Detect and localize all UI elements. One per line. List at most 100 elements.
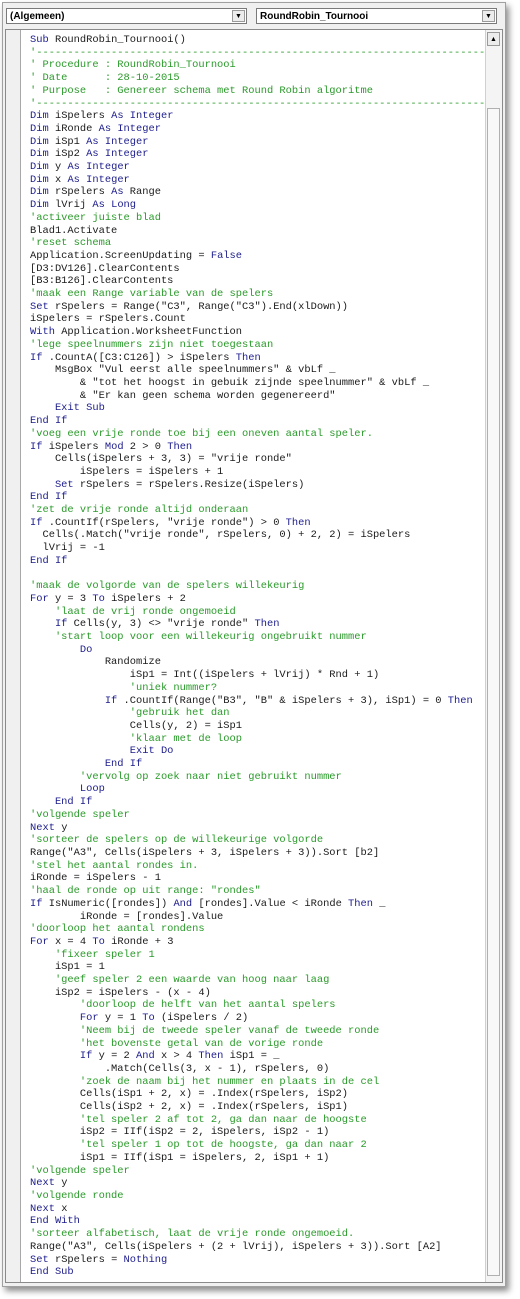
code-line[interactable]: Dim lVrij As Long: [30, 199, 484, 212]
code-line[interactable]: For x = 4 To iRonde + 3: [30, 936, 484, 949]
code-line[interactable]: 'haal de ronde op uit range: "rondes": [30, 885, 484, 898]
code-line[interactable]: Cells(iSp2 + 2, x) = .Index(rSpelers, iS…: [30, 1101, 484, 1114]
code-line[interactable]: End Sub: [30, 1266, 484, 1279]
dropdown-arrow-icon[interactable]: ▼: [482, 10, 495, 22]
vertical-scrollbar[interactable]: ▲: [485, 30, 502, 1282]
procedure-dropdown[interactable]: RoundRobin_Tournooi ▼: [256, 8, 497, 24]
code-line[interactable]: If y = 2 And x > 4 Then iSp1 = _: [30, 1050, 484, 1063]
code-line[interactable]: ' Procedure : RoundRobin_Tournooi: [30, 59, 484, 72]
code-line[interactable]: 'activeer juiste blad: [30, 212, 484, 225]
code-line[interactable]: 'zet de vrije ronde altijd onderaan: [30, 504, 484, 517]
code-line[interactable]: iSpelers = rSpelers.Count: [30, 313, 484, 326]
code-line[interactable]: If .CountIf(rSpelers, "vrije ronde") > 0…: [30, 517, 484, 530]
code-line[interactable]: If iSpelers Mod 2 > 0 Then: [30, 441, 484, 454]
code-line[interactable]: End If: [30, 796, 484, 809]
code-line[interactable]: [30, 568, 484, 581]
code-line[interactable]: iRonde = iSpelers - 1: [30, 872, 484, 885]
code-line[interactable]: End If: [30, 415, 484, 428]
code-line[interactable]: 'volgende ronde: [30, 1190, 484, 1203]
code-line[interactable]: 'volgende speler: [30, 809, 484, 822]
code-line[interactable]: If .CountIf(Range("B3", "B" & iSpelers +…: [30, 695, 484, 708]
code-line[interactable]: 'vervolg op zoek naar niet gebruikt numm…: [30, 771, 484, 784]
code-line[interactable]: 'volgende speler: [30, 1165, 484, 1178]
code-line[interactable]: Cells(iSpelers + 3, 3) = "vrije ronde": [30, 453, 484, 466]
code-line[interactable]: Exit Sub: [30, 402, 484, 415]
code-line[interactable]: Cells(y, 2) = iSp1: [30, 720, 484, 733]
code-editor[interactable]: Sub RoundRobin_Tournooi() '--------------…: [5, 29, 503, 1283]
code-line[interactable]: 'reset schema: [30, 237, 484, 250]
code-line[interactable]: If .CountA([C3:C126]) > iSpelers Then: [30, 352, 484, 365]
code-line[interactable]: 'doorloop het aantal rondens: [30, 923, 484, 936]
code-line[interactable]: Sub RoundRobin_Tournooi(): [30, 34, 484, 47]
code-line[interactable]: Dim iRonde As Integer: [30, 123, 484, 136]
code-line[interactable]: MsgBox "Vul eerst alle speelnummers" & v…: [30, 364, 484, 377]
code-line[interactable]: & "tot het hoogst in gebuik zijnde speel…: [30, 377, 484, 390]
code-line[interactable]: 'stel het aantal rondes in.: [30, 860, 484, 873]
code-line[interactable]: [B3:B126].ClearContents: [30, 275, 484, 288]
code-line[interactable]: 'klaar met de loop: [30, 733, 484, 746]
code-line[interactable]: End If: [30, 555, 484, 568]
code-line[interactable]: iSp1 = 1: [30, 961, 484, 974]
code-line[interactable]: 'maak de volgorde van de spelers willeke…: [30, 580, 484, 593]
code-line[interactable]: Dim y As Integer: [30, 161, 484, 174]
code-line[interactable]: Set rSpelers = Nothing: [30, 1254, 484, 1267]
code-line[interactable]: For y = 3 To iSpelers + 2: [30, 593, 484, 606]
code-line[interactable]: 'uniek nummer?: [30, 682, 484, 695]
code-line[interactable]: 'tel speler 1 op tot de hoogste, ga dan …: [30, 1139, 484, 1152]
code-line[interactable]: 'fixeer speler 1: [30, 949, 484, 962]
code-line[interactable]: 'sorteer alfabetisch, laat de vrije rond…: [30, 1228, 484, 1241]
code-line[interactable]: '---------------------------------------…: [30, 47, 484, 60]
margin-indicator-bar[interactable]: [6, 30, 21, 1282]
code-line[interactable]: Next y: [30, 822, 484, 835]
code-line[interactable]: iRonde = [rondes].Value: [30, 911, 484, 924]
code-line[interactable]: 'lege speelnummers zijn niet toegestaan: [30, 339, 484, 352]
scroll-up-arrow-icon[interactable]: ▲: [487, 32, 500, 46]
code-line[interactable]: End With: [30, 1215, 484, 1228]
code-line[interactable]: With Application.WorksheetFunction: [30, 326, 484, 339]
object-dropdown[interactable]: (Algemeen) ▼: [6, 8, 247, 24]
code-line[interactable]: iSpelers = iSpelers + 1: [30, 466, 484, 479]
code-line[interactable]: Cells(.Match("vrije ronde", rSpelers, 0)…: [30, 529, 484, 542]
code-line[interactable]: ' Purpose : Genereer schema met Round Ro…: [30, 85, 484, 98]
code-line[interactable]: 'doorloop de helft van het aantal speler…: [30, 999, 484, 1012]
code-line[interactable]: Next x: [30, 1203, 484, 1216]
code-line[interactable]: '---------------------------------------…: [30, 98, 484, 111]
code-line[interactable]: 'zoek de naam bij het nummer en plaats i…: [30, 1076, 484, 1089]
code-line[interactable]: If Cells(y, 3) <> "vrije ronde" Then: [30, 618, 484, 631]
code-line[interactable]: Cells(iSp1 + 2, x) = .Index(rSpelers, iS…: [30, 1088, 484, 1101]
code-line[interactable]: 'het bovenste getal van de vorige ronde: [30, 1038, 484, 1051]
code-line[interactable]: Dim iSpelers As Integer: [30, 110, 484, 123]
code-line[interactable]: End If: [30, 491, 484, 504]
scrollbar-thumb[interactable]: [487, 108, 500, 1276]
code-line[interactable]: 'sorteer de spelers op de willekeurige v…: [30, 834, 484, 847]
code-line[interactable]: Dim iSp1 As Integer: [30, 136, 484, 149]
code-line[interactable]: iSp1 = Int((iSpelers + lVrij) * Rnd + 1): [30, 669, 484, 682]
code-line[interactable]: Dim rSpelers As Range: [30, 186, 484, 199]
code-line[interactable]: Application.ScreenUpdating = False: [30, 250, 484, 263]
code-line[interactable]: For y = 1 To (iSpelers / 2): [30, 1012, 484, 1025]
dropdown-arrow-icon[interactable]: ▼: [232, 10, 245, 22]
code-line[interactable]: 'gebruik het dan: [30, 707, 484, 720]
code-line[interactable]: 'start loop voor een willekeurig ongebru…: [30, 631, 484, 644]
code-line[interactable]: Next y: [30, 1177, 484, 1190]
code-line[interactable]: Range("A3", Cells(iSpelers + (2 + lVrij)…: [30, 1241, 484, 1254]
code-line[interactable]: Loop: [30, 783, 484, 796]
code-line[interactable]: Range("A3", Cells(iSpelers + 3, iSpelers…: [30, 847, 484, 860]
code-line[interactable]: [D3:DV126].ClearContents: [30, 263, 484, 276]
code-line[interactable]: .Match(Cells(3, x - 1), rSpelers, 0): [30, 1063, 484, 1076]
code-pane[interactable]: Sub RoundRobin_Tournooi() '--------------…: [30, 34, 484, 1282]
code-line[interactable]: ' Date : 28-10-2015: [30, 72, 484, 85]
code-line[interactable]: iSp2 = IIf(iSp2 = 2, iSpelers, iSp2 - 1): [30, 1126, 484, 1139]
code-line[interactable]: 'maak een Range variable van de spelers: [30, 288, 484, 301]
code-line[interactable]: Blad1.Activate: [30, 225, 484, 238]
code-line[interactable]: lVrij = -1: [30, 542, 484, 555]
code-line[interactable]: 'geef speler 2 een waarde van hoog naar …: [30, 974, 484, 987]
code-line[interactable]: Dim iSp2 As Integer: [30, 148, 484, 161]
code-line[interactable]: 'laat de vrij ronde ongemoeid: [30, 606, 484, 619]
code-line[interactable]: iSp2 = iSpelers - (x - 4): [30, 987, 484, 1000]
code-line[interactable]: & "Er kan geen schema worden gegenereerd…: [30, 390, 484, 403]
code-line[interactable]: 'voeg een vrije ronde toe bij een oneven…: [30, 428, 484, 441]
code-line[interactable]: 'tel speler 2 af tot 2, ga dan naar de h…: [30, 1114, 484, 1127]
code-line[interactable]: iSp1 = IIf(iSp1 = iSpelers, 2, iSp1 + 1): [30, 1152, 484, 1165]
code-line[interactable]: If IsNumeric([rondes]) And [rondes].Valu…: [30, 898, 484, 911]
